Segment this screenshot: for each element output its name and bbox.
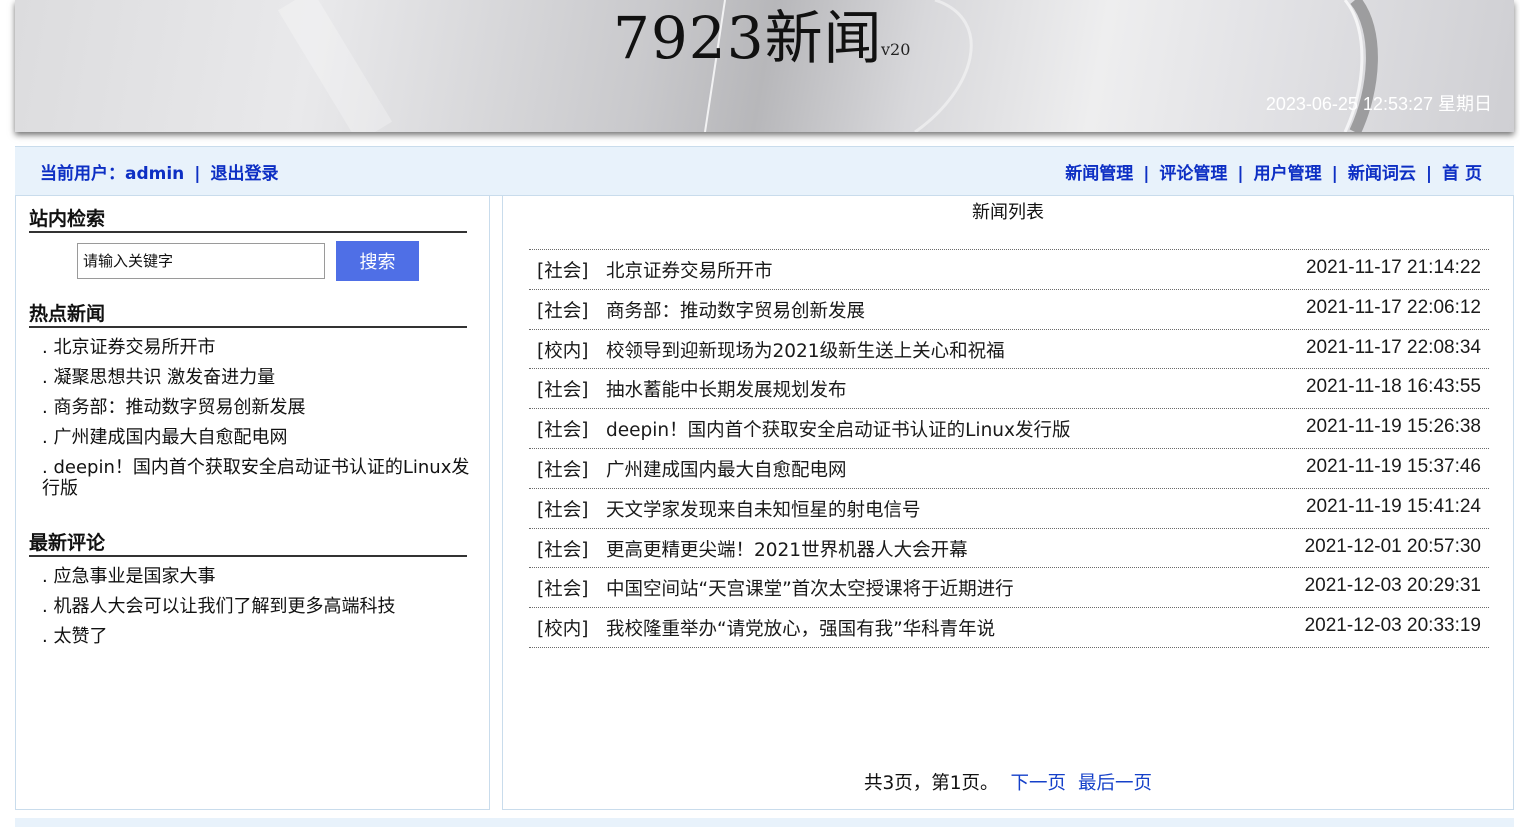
nav-separator: |: [1331, 164, 1338, 184]
pagination-summary: 共3页，第1页。: [863, 773, 999, 794]
news-time: 2021-11-17 21:14:22: [1305, 257, 1481, 278]
header-banner: 7923新闻 v20 2023-06-25 12:53:27 星期日: [15, 0, 1514, 132]
nav-separator: |: [194, 164, 201, 184]
next-page-link[interactable]: 下一页: [1011, 773, 1067, 794]
news-title-link[interactable]: deepin！国内首个获取安全启动证书认证的Linux发行版: [606, 416, 1070, 442]
nav-comment-management[interactable]: 评论管理: [1159, 164, 1227, 184]
current-datetime: 2023-06-25 12:53:27 星期日: [1265, 94, 1492, 114]
news-row[interactable]: [社会] 更高更精更尖端！2021世界机器人大会开幕 2021-12-01 20:5…: [529, 529, 1489, 569]
news-title-link[interactable]: 商务部：推动数字贸易创新发展: [606, 297, 865, 323]
news-time: 2021-11-19 15:37:46: [1305, 455, 1481, 477]
nav-user-management[interactable]: 用户管理: [1254, 164, 1322, 184]
news-title-link[interactable]: 北京证券交易所开市: [606, 257, 773, 283]
news-title-link[interactable]: 抽水蓄能中长期发展规划发布: [606, 376, 847, 402]
news-time: 2021-11-19 15:41:24: [1305, 495, 1481, 517]
current-user-label: 当前用户：: [40, 164, 125, 184]
news-list-title: 新闻列表: [972, 202, 1044, 223]
news-time: 2021-11-17 22:06:12: [1305, 296, 1481, 318]
news-category: [社会]: [537, 539, 589, 561]
news-title-link[interactable]: 校领导到迎新现场为2021级新生送上关心和祝福: [606, 337, 1005, 363]
news-category: [社会]: [537, 300, 589, 322]
top-nav-bar: 当前用户：admin | 退出登录 新闻管理 | 评论管理 | 用户管理 | 新闻词云 | 首 页: [15, 146, 1514, 196]
news-table: [社会] 北京证券交易所开市 2021-11-17 21:14:22 [社会] 商务部…: [529, 249, 1489, 648]
nav-word-cloud[interactable]: 新闻词云: [1348, 164, 1416, 184]
news-time: 2021-12-03 20:33:19: [1304, 615, 1481, 637]
news-row[interactable]: [校内] 我校隆重举办“请党放心，强国有我”华科青年说 2021-12-03 20:…: [529, 608, 1489, 648]
news-category: [社会]: [537, 261, 589, 282]
logout-link[interactable]: 退出登录: [211, 164, 279, 184]
news-category: [社会]: [537, 420, 589, 442]
news-category: [社会]: [537, 380, 589, 402]
search-heading: 站内检索: [29, 208, 467, 233]
news-title-link[interactable]: 我校隆重举办“请党放心，强国有我”华科青年说: [606, 615, 995, 641]
news-time: 2021-11-19 15:26:38: [1305, 416, 1481, 438]
footer-strip: [15, 818, 1514, 827]
news-row[interactable]: [社会] 天文学家发现来自未知恒星的射电信号 2021-11-19 15:41:24: [529, 489, 1489, 529]
news-category: [校内]: [537, 619, 589, 641]
news-category: [社会]: [537, 499, 589, 521]
hot-news-item[interactable]: . 广州建成国内最大自愈配电网: [42, 427, 482, 448]
hot-news-heading: 热点新闻: [29, 303, 467, 328]
site-title: 7923新闻: [613, 4, 883, 72]
site-version: v20: [881, 40, 911, 59]
news-row[interactable]: [社会] 中国空间站“天宫课堂”首次太空授课将于近期进行 2021-12-03 20…: [529, 568, 1489, 609]
search-input[interactable]: [77, 243, 325, 279]
hot-news-list: . 北京证券交易所开市 . 凝聚思想共识 激发奋进力量 . 商务部：推动数字贸易…: [42, 337, 482, 508]
nav-separator: |: [1143, 164, 1150, 184]
latest-comments-list: . 应急事业是国家大事 . 机器人大会可以让我们了解到更多高端科技 . 太赞了: [42, 566, 482, 656]
hot-news-item[interactable]: . 凝聚思想共识 激发奋进力量: [42, 367, 482, 388]
news-row[interactable]: [校内] 校领导到迎新现场为2021级新生送上关心和祝福 2021-11-17 22…: [529, 330, 1489, 370]
news-row[interactable]: [社会] 抽水蓄能中长期发展规划发布 2021-11-18 16:43:55: [529, 369, 1489, 410]
news-time: 2021-12-03 20:29:31: [1304, 575, 1481, 597]
news-category: [校内]: [537, 340, 589, 362]
news-time: 2021-11-17 22:08:34: [1305, 336, 1481, 358]
user-info: 当前用户：admin | 退出登录: [40, 159, 279, 184]
latest-comments-heading: 最新评论: [29, 532, 467, 557]
pagination: 共3页，第1页。 下一页 最后一页: [503, 769, 1513, 795]
news-category: [社会]: [537, 579, 589, 601]
news-time: 2021-11-18 16:43:55: [1305, 376, 1481, 398]
nav-separator: |: [1425, 164, 1433, 184]
news-category: [社会]: [537, 459, 589, 481]
news-title-link[interactable]: 中国空间站“天宫课堂”首次太空授课将于近期进行: [606, 575, 1014, 601]
nav-separator: |: [1237, 164, 1244, 184]
news-row[interactable]: [社会] deepin！国内首个获取安全启动证书认证的Linux发行版 2021-1…: [529, 409, 1489, 449]
sidebar: 站内检索 搜索 热点新闻 . 北京证券交易所开市 . 凝聚思想共识 激发奋进力量…: [15, 196, 490, 810]
search-button[interactable]: 搜索: [336, 241, 419, 281]
news-row[interactable]: [社会] 北京证券交易所开市 2021-11-17 21:14:22: [529, 250, 1489, 290]
comment-item[interactable]: . 机器人大会可以让我们了解到更多高端科技: [42, 596, 482, 617]
admin-nav: 新闻管理 | 评论管理 | 用户管理 | 新闻词云 | 首 页: [1065, 159, 1482, 184]
username: admin: [125, 164, 185, 184]
hot-news-item[interactable]: . 北京证券交易所开市: [42, 337, 482, 358]
news-row[interactable]: [社会] 商务部：推动数字贸易创新发展 2021-11-17 22:06:12: [529, 290, 1489, 330]
hot-news-item[interactable]: . 商务部：推动数字贸易创新发展: [42, 397, 482, 418]
comment-item[interactable]: . 应急事业是国家大事: [42, 566, 482, 587]
nav-news-management[interactable]: 新闻管理: [1065, 164, 1133, 184]
last-page-link[interactable]: 最后一页: [1078, 773, 1152, 794]
news-title-link[interactable]: 广州建成国内最大自愈配电网: [606, 456, 847, 482]
news-time: 2021-12-01 20:57:30: [1304, 535, 1481, 557]
news-list-panel: 新闻列表 [社会] 北京证券交易所开市 2021-11-17 21:14:22 [社…: [502, 196, 1514, 810]
hot-news-item[interactable]: . deepin！国内首个获取安全启动证书认证的Linux发行版: [42, 457, 482, 499]
news-row[interactable]: [社会] 广州建成国内最大自愈配电网 2021-11-19 15:37:46: [529, 449, 1489, 489]
news-title-link[interactable]: 天文学家发现来自未知恒星的射电信号: [606, 496, 921, 522]
news-title-link[interactable]: 更高更精更尖端！2021世界机器人大会开幕: [606, 536, 968, 562]
nav-home[interactable]: 首 页: [1442, 164, 1482, 184]
comment-item[interactable]: . 太赞了: [42, 626, 482, 647]
